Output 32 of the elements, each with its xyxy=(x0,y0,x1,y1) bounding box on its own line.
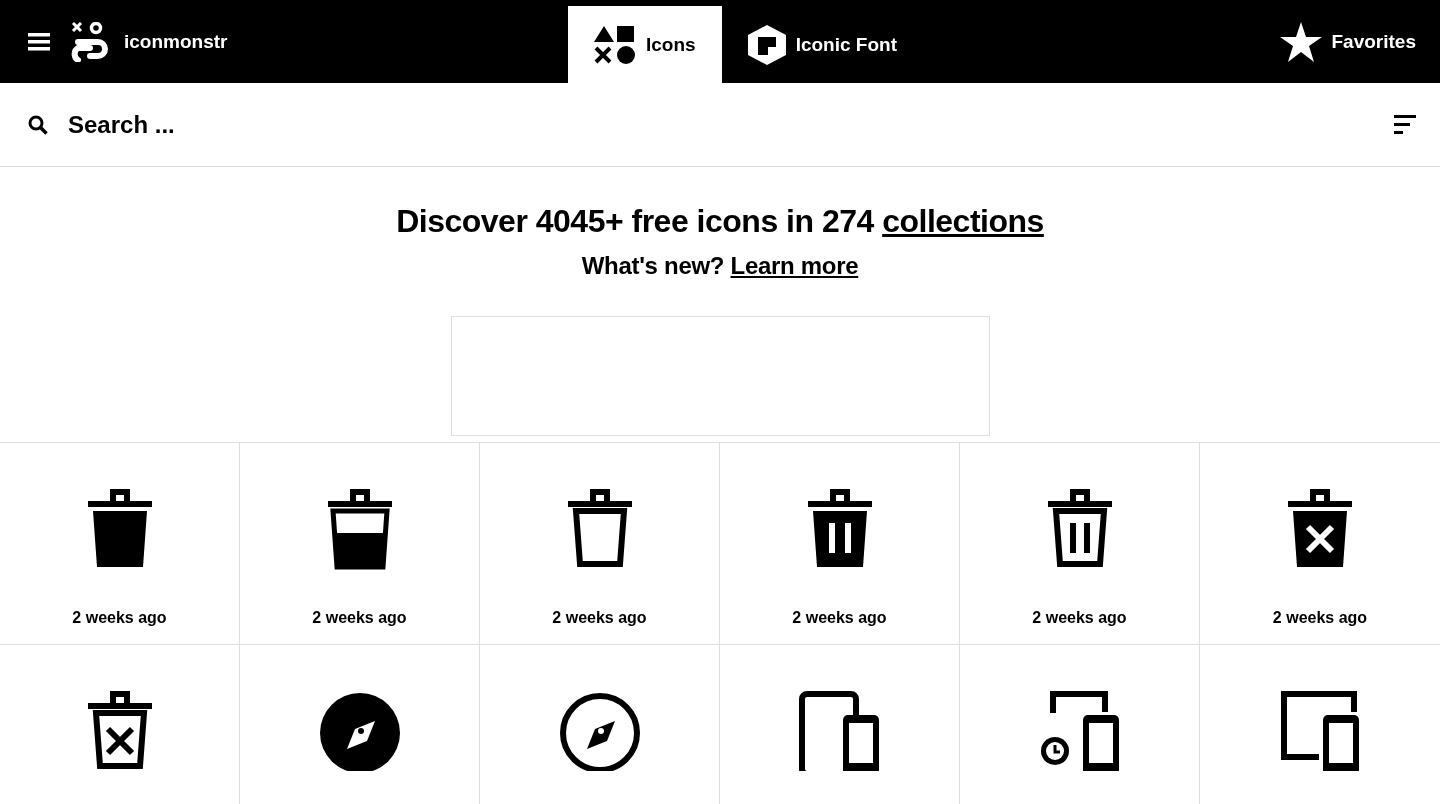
icon-tile[interactable]: 2 weeks ago xyxy=(720,443,960,645)
compass-icon xyxy=(558,691,641,771)
date-label: 2 weeks ago xyxy=(1032,609,1127,627)
date-label: 2 weeks ago xyxy=(72,609,167,627)
collections-link[interactable]: collections xyxy=(882,203,1044,239)
menu-icon[interactable] xyxy=(28,32,50,51)
date-label: 2 weeks ago xyxy=(552,609,647,627)
icon-tile[interactable]: 2 weeks ago xyxy=(0,443,240,645)
headline: Discover 4045+ free icons in 274 collections xyxy=(396,203,1044,240)
sort-icon[interactable] xyxy=(1394,114,1416,135)
date-label: 2 weeks ago xyxy=(312,609,407,627)
monitor-phone-icon xyxy=(1279,691,1361,771)
date-label: 2 weeks ago xyxy=(792,609,887,627)
subheadline: What's new? Learn more xyxy=(581,252,859,280)
tablet-phone-icon xyxy=(798,691,881,771)
shapes-icon xyxy=(594,25,636,64)
icon-tile[interactable]: 2 weeks ago xyxy=(240,443,480,645)
search-icon xyxy=(28,114,48,135)
hexagon-icon xyxy=(747,24,786,65)
logo-icon xyxy=(70,21,110,62)
date-label: 2 weeks ago xyxy=(1272,609,1368,627)
compass-icon xyxy=(318,691,401,771)
icon-tile[interactable]: 2 weeks ago xyxy=(960,443,1200,645)
favorites-link[interactable]: Favorites xyxy=(1279,0,1440,83)
watch-phone-icon xyxy=(1038,691,1121,771)
icon-tile[interactable]: 2 weeks ago xyxy=(480,443,720,645)
icon-tile[interactable]: 2 weeks ago xyxy=(1200,443,1440,645)
star-icon xyxy=(1279,21,1322,62)
brand-name: iconmonstr xyxy=(124,30,228,53)
trash-icon xyxy=(325,489,394,571)
nav-tab[interactable]: Icons xyxy=(568,6,722,83)
learn-more-link[interactable]: Learn more xyxy=(730,252,859,279)
